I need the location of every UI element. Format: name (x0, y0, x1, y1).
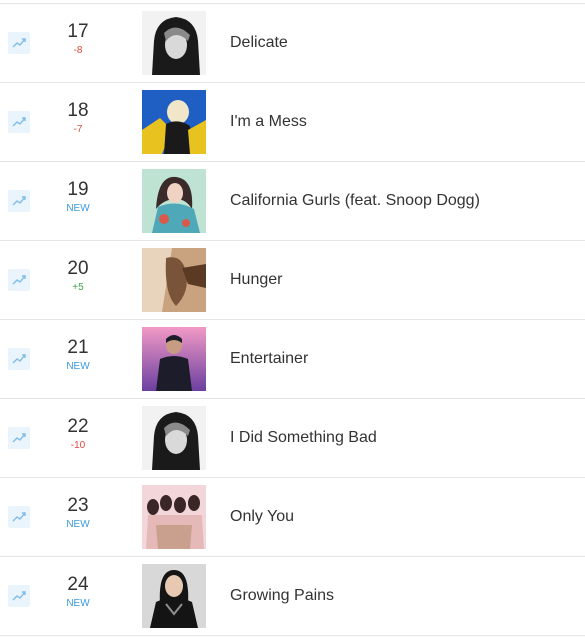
rank-change: -10 (70, 440, 86, 451)
list-item: 17 -8 Delicate (0, 4, 585, 83)
song-title[interactable]: Growing Pains (230, 586, 334, 606)
trend-chart-button[interactable] (8, 427, 30, 449)
trend-chart-button[interactable] (8, 111, 30, 133)
song-title[interactable]: Delicate (230, 33, 288, 53)
rank-block: 22 -10 (48, 416, 108, 453)
song-title[interactable]: Hunger (230, 270, 282, 290)
trend-chart-icon (12, 433, 26, 443)
rank-change: NEW (66, 598, 90, 609)
song-title[interactable]: I Did Something Bad (230, 428, 377, 448)
rank-number: 21 (67, 337, 89, 358)
song-title[interactable]: California Gurls (feat. Snoop Dogg) (230, 191, 480, 211)
rank-change: +5 (72, 282, 84, 293)
rank-block: 18 -7 (48, 100, 108, 137)
rank-number: 19 (67, 179, 89, 200)
list-item: 18 -7 I'm a Mess (0, 83, 585, 162)
rank-block: 21 NEW (48, 337, 108, 374)
rank-block: 20 +5 (48, 258, 108, 295)
rank-change: NEW (66, 203, 90, 214)
trend-chart-button[interactable] (8, 32, 30, 54)
trend-chart-button[interactable] (8, 190, 30, 212)
rank-change: -8 (73, 45, 83, 56)
trend-chart-button[interactable] (8, 585, 30, 607)
trend-chart-button[interactable] (8, 506, 30, 528)
list-item: 22 -10 I Did Something Bad (0, 399, 585, 478)
album-cover[interactable] (142, 327, 206, 391)
rank-change: NEW (66, 361, 90, 372)
list-item: 20 +5 Hunger (0, 241, 585, 320)
chart-list: 17 -8 Delicate 18 -7 I'm a Mess 19 NEW C… (0, 0, 585, 638)
trend-chart-icon (12, 38, 26, 48)
album-cover[interactable] (142, 248, 206, 312)
trend-chart-icon (12, 354, 26, 364)
trend-chart-button[interactable] (8, 269, 30, 291)
rank-change: NEW (66, 519, 90, 530)
rank-number: 23 (67, 495, 89, 516)
list-item: 19 NEW California Gurls (feat. Snoop Dog… (0, 162, 585, 241)
album-cover[interactable] (142, 406, 206, 470)
album-cover[interactable] (142, 169, 206, 233)
rank-change: -7 (73, 124, 83, 135)
rank-number: 24 (67, 574, 89, 595)
song-title[interactable]: I'm a Mess (230, 112, 307, 132)
rank-block: 24 NEW (48, 574, 108, 611)
list-item: 24 NEW Growing Pains (0, 557, 585, 636)
rank-block: 23 NEW (48, 495, 108, 532)
rank-number: 20 (67, 258, 89, 279)
list-item: 21 NEW Entertainer (0, 320, 585, 399)
album-cover[interactable] (142, 485, 206, 549)
song-title[interactable]: Entertainer (230, 349, 308, 369)
list-item: 23 NEW Only You (0, 478, 585, 557)
rank-number: 18 (67, 100, 89, 121)
trend-chart-icon (12, 275, 26, 285)
album-cover[interactable] (142, 90, 206, 154)
trend-chart-icon (12, 196, 26, 206)
album-cover[interactable] (142, 11, 206, 75)
rank-number: 22 (67, 416, 89, 437)
trend-chart-button[interactable] (8, 348, 30, 370)
rank-block: 17 -8 (48, 21, 108, 58)
album-cover[interactable] (142, 564, 206, 628)
song-title[interactable]: Only You (230, 507, 294, 527)
trend-chart-icon (12, 512, 26, 522)
trend-chart-icon (12, 591, 26, 601)
rank-number: 17 (67, 21, 89, 42)
trend-chart-icon (12, 117, 26, 127)
rank-block: 19 NEW (48, 179, 108, 216)
